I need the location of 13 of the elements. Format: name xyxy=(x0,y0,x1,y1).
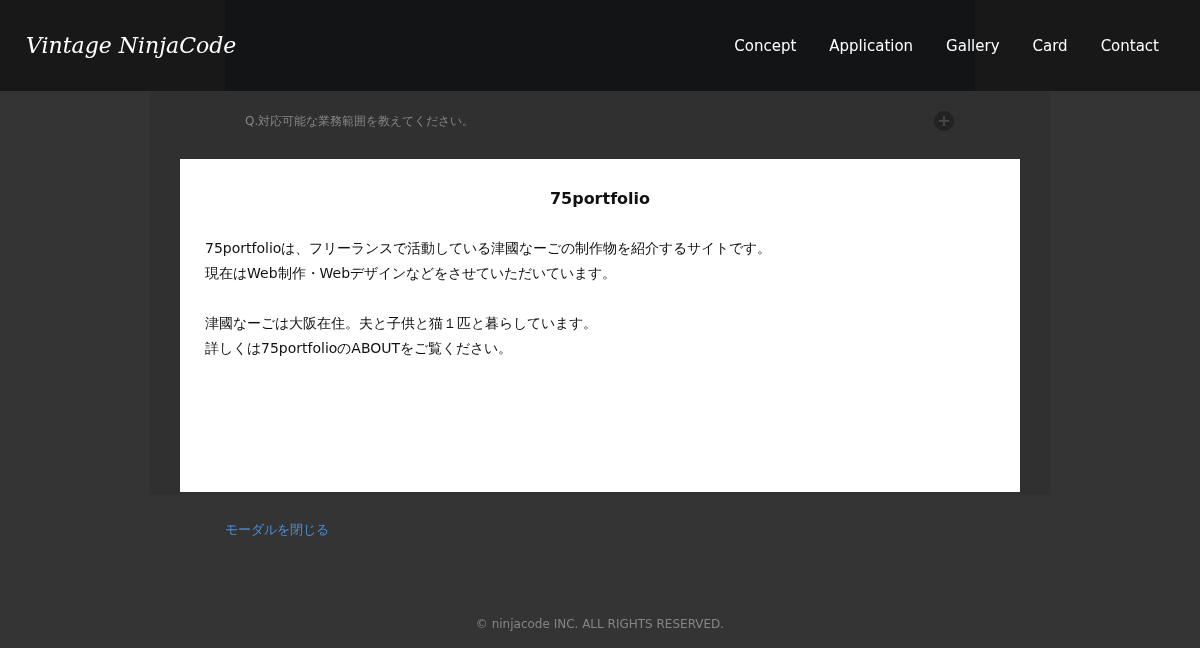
nav-link[interactable]: Gallery xyxy=(946,36,1000,55)
nav-link[interactable]: Contact xyxy=(1100,36,1159,55)
modal-title: 75portfolio xyxy=(548,189,652,208)
nav-link[interactable]: Concept xyxy=(734,36,797,55)
nav-link[interactable]: Application xyxy=(829,36,914,55)
copyright-text: © ninjacode INC. ALL RIGHTS RESERVED. xyxy=(474,617,726,631)
close-modal-link[interactable]: モーダルを閉じる xyxy=(225,521,329,539)
modal-paragraph: 75portfolioは、フリーランスで活動している津國なーごの制作物を紹介するサイトです。 現在はWeb制作・Webデザインなどをさせていただいています。 xyxy=(205,239,773,283)
modal-paragraph: 津國なーごは大阪在住。夫と子供と猫１匹と暮らしています。 詳しくは75portfolioのABOUTをご覧ください。 xyxy=(205,314,598,358)
plus-icon[interactable] xyxy=(934,111,954,131)
question-text: Q.対応可能な業務範囲を教えてください。 xyxy=(245,112,475,130)
nav-link[interactable]: Card xyxy=(1032,36,1068,55)
site-logo[interactable]: Vintage NinjaCode xyxy=(26,33,237,58)
